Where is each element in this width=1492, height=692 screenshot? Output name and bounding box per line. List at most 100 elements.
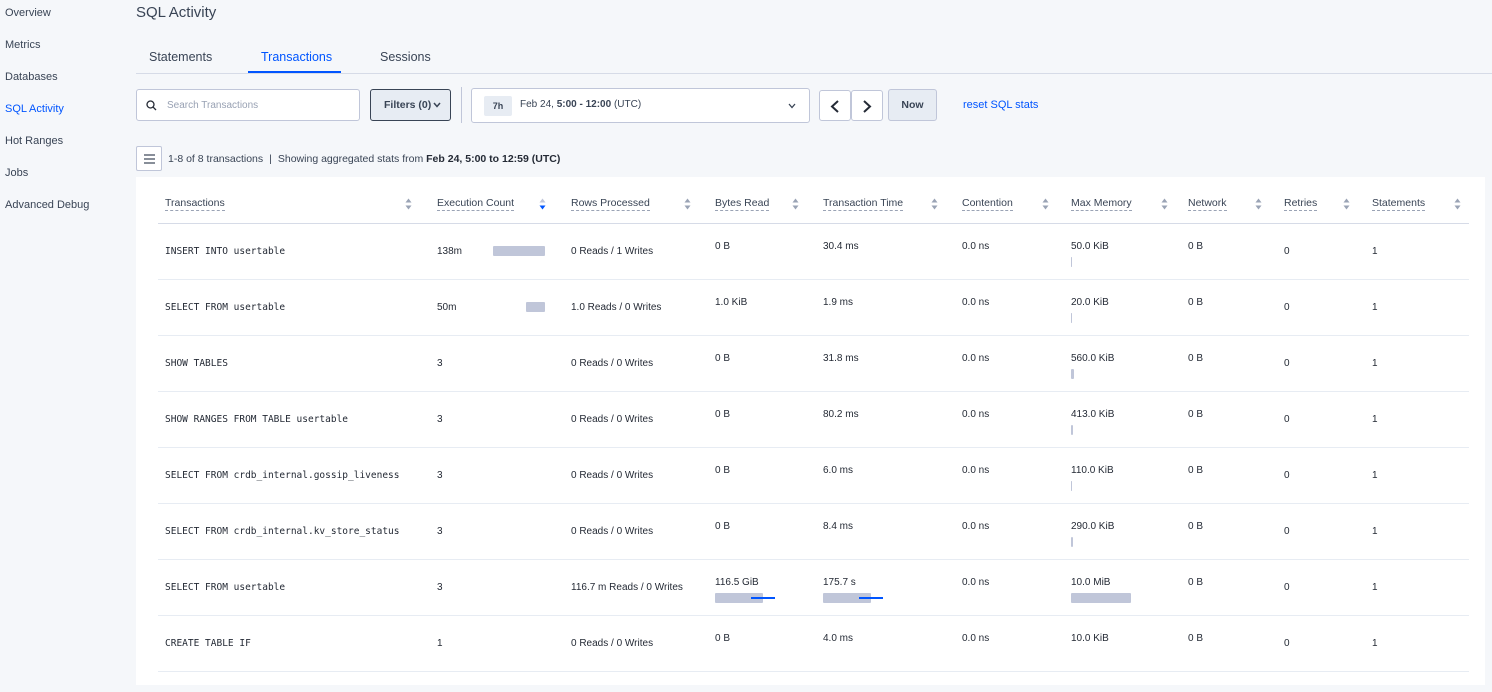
tab-transactions[interactable]: Transactions xyxy=(261,50,332,64)
time-range-text: Feb 24, 5:00 - 12:00 (UTC) xyxy=(520,99,641,110)
now-button[interactable]: Now xyxy=(888,89,937,121)
column-header-contention[interactable]: Contention xyxy=(962,197,1013,211)
filters-button[interactable]: Filters (0) xyxy=(370,89,451,121)
cell-rows-processed: 0 Reads / 0 Writes xyxy=(571,414,654,425)
sort-icon[interactable] xyxy=(1454,198,1461,210)
time-range-picker[interactable]: 7h Feb 24, 5:00 - 12:00 (UTC) xyxy=(471,88,810,123)
sort-icon[interactable] xyxy=(1161,198,1168,210)
cell-max-memory: 413.0 KiB xyxy=(1071,409,1115,420)
time-range: 5:00 - 12:00 xyxy=(556,99,612,110)
column-header-statements[interactable]: Statements xyxy=(1372,197,1426,211)
execution-count-bar xyxy=(526,302,545,312)
cell-rows-processed: 0 Reads / 0 Writes xyxy=(571,526,654,537)
sort-icon[interactable] xyxy=(1343,198,1350,210)
sidebar-item-advanced-debug[interactable]: Advanced Debug xyxy=(5,199,89,211)
summary-prefix: Showing aggregated stats from xyxy=(277,153,424,165)
cell-network: 0 B xyxy=(1188,297,1204,308)
next-time-button[interactable] xyxy=(851,90,883,121)
cell-bytes-read: 0 B xyxy=(715,521,731,532)
cell-bytes-read: 0 B xyxy=(715,241,731,252)
toolbar-divider xyxy=(461,87,462,123)
transaction-time-bar-std-dev xyxy=(859,597,883,599)
time-date: Feb 24, xyxy=(520,99,554,110)
cell-rows-processed: 0 Reads / 0 Writes xyxy=(571,358,654,369)
transaction-link[interactable]: SELECT FROM crdb_internal.gossip_livenes… xyxy=(165,470,400,481)
cell-max-memory: 50.0 KiB xyxy=(1071,241,1109,252)
summary-separator: | xyxy=(269,153,272,165)
max-memory-bar xyxy=(1071,257,1072,267)
cell-retries: 0 xyxy=(1284,358,1290,369)
transaction-link[interactable]: SELECT FROM usertable xyxy=(165,302,285,313)
column-header-rows-processed[interactable]: Rows Processed xyxy=(571,197,650,211)
active-tab-indicator xyxy=(248,71,341,73)
cell-transaction-time: 6.0 ms xyxy=(823,465,854,476)
cell-execution-count: 3 xyxy=(437,470,443,481)
sidebar-item-metrics[interactable]: Metrics xyxy=(5,39,40,51)
transaction-link[interactable]: CREATE TABLE IF xyxy=(165,638,251,649)
search-box[interactable] xyxy=(136,89,360,121)
cell-contention: 0.0 ns xyxy=(962,633,990,644)
transaction-link[interactable]: SELECT FROM crdb_internal.kv_store_statu… xyxy=(165,526,400,537)
cell-rows-processed: 116.7 m Reads / 0 Writes xyxy=(571,582,683,593)
sort-icon[interactable] xyxy=(931,198,938,210)
cell-contention: 0.0 ns xyxy=(962,521,990,532)
column-header-transaction-time[interactable]: Transaction Time xyxy=(823,197,904,211)
cell-transaction-time: 4.0 ms xyxy=(823,633,854,644)
cell-transaction-time: 175.7 s xyxy=(823,577,856,588)
tab-statements[interactable]: Statements xyxy=(149,50,212,64)
cell-transaction-time: 30.4 ms xyxy=(823,241,859,252)
column-header-network[interactable]: Network xyxy=(1188,197,1227,211)
sort-descending-icon[interactable] xyxy=(539,198,546,210)
search-input[interactable] xyxy=(165,96,353,114)
column-selector-button[interactable] xyxy=(136,146,162,171)
cell-network: 0 B xyxy=(1188,241,1204,252)
cell-contention: 0.0 ns xyxy=(962,577,990,588)
transaction-link[interactable]: INSERT INTO usertable xyxy=(165,246,285,257)
sidebar-item-databases[interactable]: Databases xyxy=(5,71,58,83)
transaction-link[interactable]: SELECT FROM usertable xyxy=(165,582,285,593)
column-header-bytes-read[interactable]: Bytes Read xyxy=(715,197,770,211)
cell-statements: 1 xyxy=(1372,526,1378,537)
column-header-execution-count[interactable]: Execution Count xyxy=(437,197,515,211)
cell-statements: 1 xyxy=(1372,638,1378,649)
sort-icon[interactable] xyxy=(684,198,691,210)
cell-execution-count: 50m xyxy=(437,302,457,313)
cell-statements: 1 xyxy=(1372,414,1378,425)
search-icon xyxy=(146,100,157,111)
sort-icon[interactable] xyxy=(1255,198,1262,210)
sidebar-item-overview[interactable]: Overview xyxy=(5,7,51,19)
sidebar: Overview Metrics Databases SQL Activity … xyxy=(0,0,124,692)
sidebar-item-hot-ranges[interactable]: Hot Ranges xyxy=(5,135,63,147)
cell-transaction-time: 31.8 ms xyxy=(823,353,859,364)
cell-contention: 0.0 ns xyxy=(962,353,990,364)
summary-range: Feb 24, 5:00 to 12:59 (UTC) xyxy=(426,153,561,165)
transactions-table: Transactions Execution Count Rows Processe… xyxy=(136,177,1485,685)
sort-icon[interactable] xyxy=(1042,198,1049,210)
max-memory-bar xyxy=(1071,481,1072,491)
cell-max-memory: 10.0 MiB xyxy=(1071,577,1111,588)
tab-sessions[interactable]: Sessions xyxy=(380,50,431,64)
column-header-transactions[interactable]: Transactions xyxy=(165,197,225,211)
previous-time-button[interactable] xyxy=(819,90,851,121)
transaction-link[interactable]: SHOW TABLES xyxy=(165,358,228,369)
chevron-down-icon xyxy=(433,102,441,108)
cell-execution-count: 3 xyxy=(437,582,443,593)
sort-icon[interactable] xyxy=(405,198,412,210)
reset-sql-stats-link[interactable]: reset SQL stats xyxy=(963,99,1038,111)
sort-icon[interactable] xyxy=(792,198,799,210)
max-memory-bar xyxy=(1071,537,1073,547)
column-header-retries[interactable]: Retries xyxy=(1284,197,1318,211)
transaction-link[interactable]: SHOW RANGES FROM TABLE usertable xyxy=(165,414,348,425)
cell-statements: 1 xyxy=(1372,582,1378,593)
cell-bytes-read: 0 B xyxy=(715,409,731,420)
cell-retries: 0 xyxy=(1284,582,1290,593)
column-header-max-memory[interactable]: Max Memory xyxy=(1071,197,1132,211)
sidebar-item-jobs[interactable]: Jobs xyxy=(5,167,28,179)
cell-execution-count: 1 xyxy=(437,638,443,649)
max-memory-bar xyxy=(1071,593,1131,603)
sidebar-item-sql-activity[interactable]: SQL Activity xyxy=(5,103,64,115)
cell-network: 0 B xyxy=(1188,353,1204,364)
cell-max-memory: 110.0 KiB xyxy=(1071,465,1114,476)
cell-execution-count: 3 xyxy=(437,358,443,369)
cell-max-memory: 10.0 KiB xyxy=(1071,633,1109,644)
